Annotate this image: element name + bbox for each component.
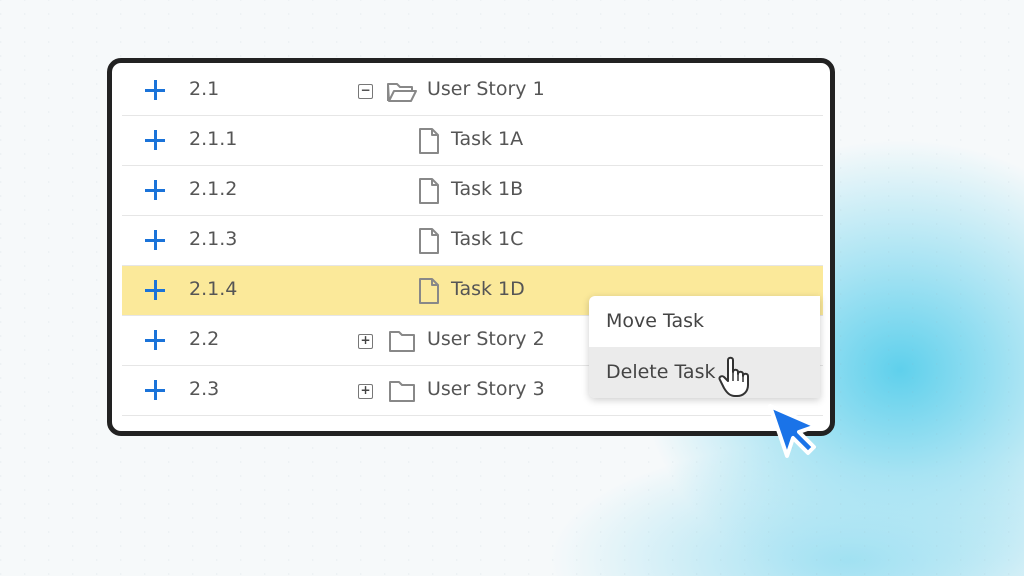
row-number: 2.1.3 [189,228,238,250]
collapse-toggle-icon[interactable]: − [358,84,373,99]
row-label: Task 1B [451,178,524,200]
tree-row[interactable]: 2.1.2 Task 1B [122,166,823,216]
expand-toggle-icon[interactable]: + [358,384,373,399]
folder-icon [388,328,416,359]
document-icon [418,127,440,160]
add-child-icon[interactable] [144,79,166,101]
document-icon [418,177,440,210]
row-label: Task 1D [451,278,525,300]
row-label: Task 1A [451,128,524,150]
add-child-icon[interactable] [144,379,166,401]
menu-item-delete-task[interactable]: Delete Task [589,347,820,398]
folder-icon [388,378,416,409]
row-number: 2.2 [189,328,220,350]
hand-pointer-icon [718,356,749,397]
row-label: User Story 2 [427,328,545,350]
add-child-icon[interactable] [144,179,166,201]
row-number: 2.1.1 [189,128,238,150]
row-number: 2.3 [189,378,220,400]
add-child-icon[interactable] [144,229,166,251]
row-label: User Story 1 [427,78,545,100]
tree-row[interactable]: 2.1.1 Task 1A [122,116,823,166]
row-number: 2.1.4 [189,278,238,300]
mouse-cursor-arrow-icon [768,404,818,458]
add-child-icon[interactable] [144,279,166,301]
row-label: User Story 3 [427,378,545,400]
menu-item-move-task[interactable]: Move Task [589,296,820,347]
add-child-icon[interactable] [144,129,166,151]
tree-row[interactable]: 2.1.3 Task 1C [122,216,823,266]
document-icon [418,227,440,260]
row-label: Task 1C [451,228,524,250]
expand-toggle-icon[interactable]: + [358,334,373,349]
tree-row[interactable]: 2.1 − User Story 1 [122,66,823,116]
document-icon [418,277,440,310]
add-child-icon[interactable] [144,329,166,351]
row-number: 2.1.2 [189,178,238,200]
context-menu: Move Task Delete Task [589,296,820,398]
row-number: 2.1 [189,78,220,100]
folder-open-icon [386,78,418,109]
